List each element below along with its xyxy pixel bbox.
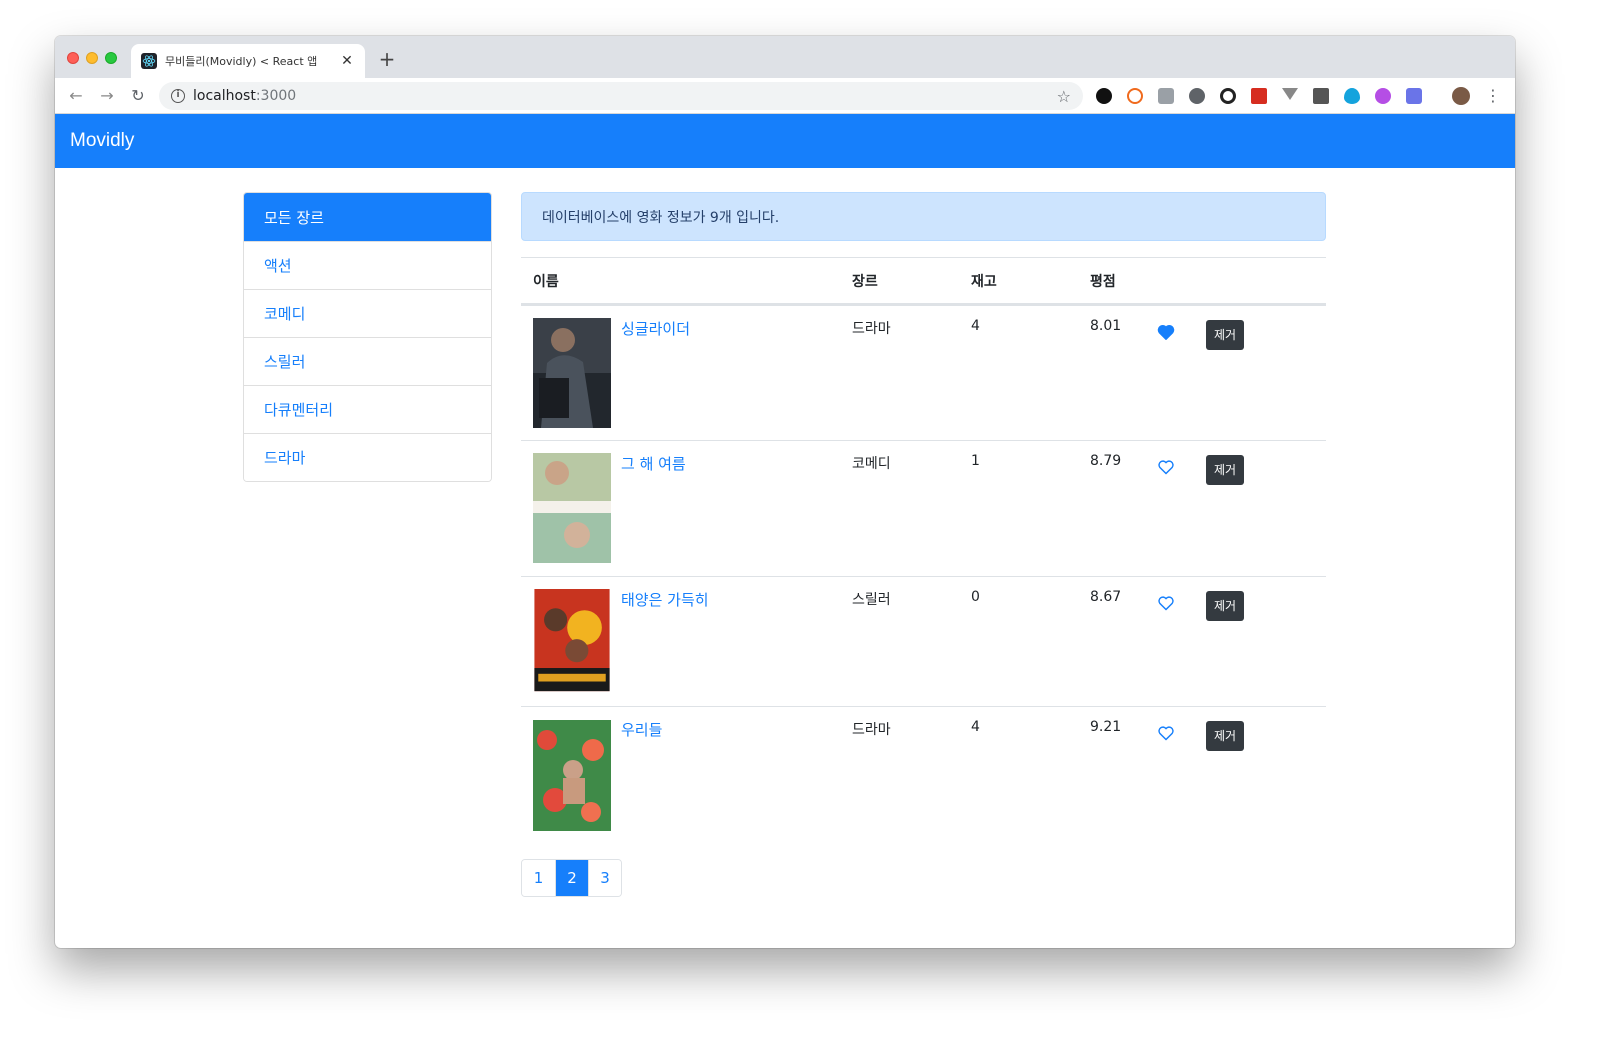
extension-icon[interactable]: [1127, 88, 1143, 104]
movie-rating: 8.01: [1078, 304, 1138, 441]
movie-stock: 1: [959, 440, 1078, 577]
browser-window: 무비들리(Movidly) < React 앱 ✕ + ← → ↻ i loca…: [55, 36, 1515, 948]
movie-poster: [533, 720, 611, 831]
close-window-button[interactable]: [67, 52, 79, 64]
movie-title-link[interactable]: 싱글라이더: [621, 318, 690, 428]
remove-button[interactable]: 제거: [1206, 455, 1245, 485]
pagination: 1 2 3: [521, 859, 622, 897]
browser-tab[interactable]: 무비들리(Movidly) < React 앱 ✕: [131, 44, 365, 78]
movie-rating: 8.67: [1078, 576, 1138, 707]
forward-icon[interactable]: →: [98, 87, 116, 105]
movie-title-link[interactable]: 그 해 여름: [621, 453, 686, 563]
remove-button[interactable]: 제거: [1206, 721, 1245, 751]
heart-outline-icon[interactable]: [1157, 725, 1175, 741]
movie-poster: [533, 318, 611, 428]
vue-devtools-icon[interactable]: [1282, 88, 1298, 100]
camera-icon[interactable]: [1158, 88, 1174, 104]
header-actions: [1194, 257, 1326, 306]
avatar[interactable]: [1452, 87, 1470, 105]
drop-icon[interactable]: [1344, 88, 1360, 104]
extension-icon[interactable]: [1251, 88, 1267, 104]
extension-icon[interactable]: [1096, 88, 1112, 104]
browser-toolbar: ← → ↻ i localhost:3000 ☆ ⋮: [55, 78, 1515, 114]
bookmark-star-icon[interactable]: ☆: [1057, 87, 1071, 106]
extension-icon[interactable]: [1406, 88, 1422, 104]
info-icon[interactable]: i: [171, 89, 185, 103]
page-link-3[interactable]: 3: [588, 860, 621, 896]
kebab-menu-icon[interactable]: ⋮: [1485, 86, 1501, 106]
movie-title-link[interactable]: 우리들: [621, 719, 662, 831]
movie-count-alert: 데이터베이스에 영화 정보가 9개 입니다.: [521, 192, 1326, 241]
genre-item-documentary[interactable]: 다큐멘터리: [244, 385, 491, 433]
movie-poster: [534, 589, 610, 692]
remove-button[interactable]: 제거: [1206, 591, 1245, 621]
graphql-icon[interactable]: [1375, 88, 1391, 104]
genre-item-action[interactable]: 액션: [244, 241, 491, 289]
header-genre[interactable]: 장르: [840, 257, 959, 306]
reload-icon[interactable]: ↻: [129, 87, 147, 105]
brand-link[interactable]: Movidly: [70, 130, 134, 152]
tab-strip: 무비들리(Movidly) < React 앱 ✕ +: [55, 36, 1515, 78]
page-link-2[interactable]: 2: [555, 860, 588, 896]
movie-genre: 코메디: [840, 440, 959, 577]
genre-item-all[interactable]: 모든 장르: [244, 193, 491, 241]
maximize-window-button[interactable]: [105, 52, 117, 64]
movie-title-link[interactable]: 태양은 가득히: [621, 589, 709, 695]
address-bar[interactable]: i localhost:3000 ☆: [159, 82, 1083, 110]
app-navbar: Movidly: [55, 114, 1515, 168]
movie-poster: [533, 453, 611, 563]
genre-item-comedy[interactable]: 코메디: [244, 289, 491, 337]
url-text: localhost:3000: [193, 88, 297, 104]
movie-stock: 4: [959, 706, 1078, 843]
heart-outline-icon[interactable]: [1157, 459, 1175, 475]
genre-item-thriller[interactable]: 스릴러: [244, 337, 491, 385]
close-tab-icon[interactable]: ✕: [339, 53, 355, 69]
movie-genre: 드라마: [840, 304, 959, 441]
movie-genre: 스릴러: [840, 576, 959, 707]
movie-rating: 9.21: [1078, 706, 1138, 843]
movies-table: 이름 장르 재고 평점 싱글라이더 드라마 4 8.01 제거 그 해 여름 코…: [521, 257, 1326, 843]
back-icon[interactable]: ←: [67, 87, 85, 105]
heart-filled-icon[interactable]: [1157, 324, 1175, 340]
page-link-1[interactable]: 1: [522, 860, 555, 896]
table-row: 태양은 가득히 스릴러 0 8.67 제거: [521, 576, 1326, 707]
react-icon: [141, 53, 157, 69]
movie-genre: 드라마: [840, 706, 959, 843]
extension-icon[interactable]: [1189, 88, 1205, 104]
genre-item-drama[interactable]: 드라마: [244, 433, 491, 481]
table-row: 싱글라이더 드라마 4 8.01 제거: [521, 304, 1326, 441]
extension-icon[interactable]: [1220, 88, 1236, 104]
table-row: 우리들 드라마 4 9.21 제거: [521, 706, 1326, 843]
minimize-window-button[interactable]: [86, 52, 98, 64]
remove-button[interactable]: 제거: [1206, 320, 1245, 350]
genre-list: 모든 장르 액션 코메디 스릴러 다큐멘터리 드라마: [243, 192, 492, 482]
header-title[interactable]: 이름: [521, 257, 840, 306]
header-stock[interactable]: 재고: [959, 257, 1078, 306]
gitzip-icon[interactable]: [1313, 88, 1329, 104]
tab-title: 무비들리(Movidly) < React 앱: [165, 55, 318, 68]
movie-stock: 4: [959, 304, 1078, 441]
heart-outline-icon[interactable]: [1157, 595, 1175, 611]
movie-stock: 0: [959, 576, 1078, 707]
movie-rating: 8.79: [1078, 440, 1138, 577]
header-like: [1138, 257, 1194, 306]
table-row: 그 해 여름 코메디 1 8.79 제거: [521, 440, 1326, 577]
new-tab-icon[interactable]: +: [377, 48, 397, 70]
header-rating[interactable]: 평점: [1078, 257, 1138, 306]
